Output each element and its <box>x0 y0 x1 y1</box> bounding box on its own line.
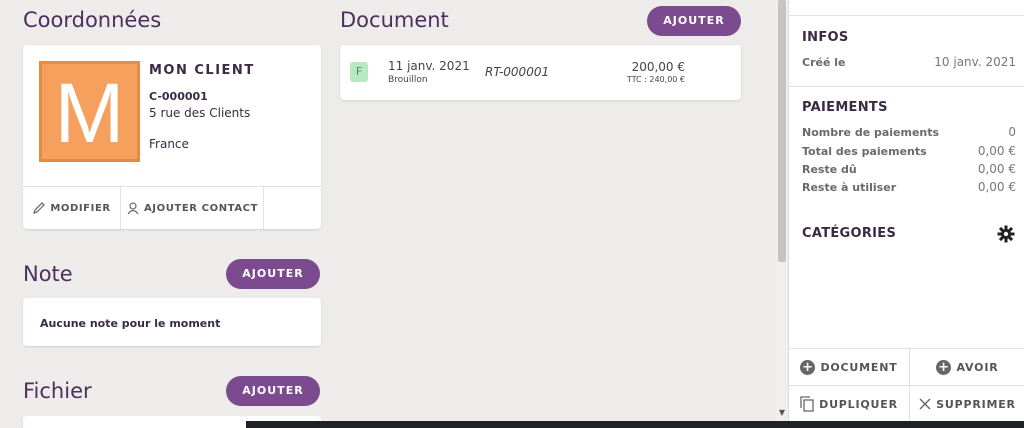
document-reference: RT-000001 <box>485 65 550 79</box>
paiements-title: PAIEMENTS <box>802 100 888 115</box>
note-title: Note <box>23 262 73 286</box>
coordonnees-title: Coordonnées <box>23 8 162 32</box>
delete-label: SUPPRIMER <box>936 397 1016 411</box>
new-avoir-button[interactable]: + AVOIR <box>910 349 1024 385</box>
document-title: Document <box>340 8 449 32</box>
plus-circle-icon: + <box>936 359 952 375</box>
payment-label: Total des paiements <box>802 145 927 158</box>
new-avoir-label: AVOIR <box>956 360 999 374</box>
client-code: C-000001 <box>149 90 208 103</box>
document-row[interactable]: F 11 janv. 2021 Brouillon RT-000001 200,… <box>340 45 741 100</box>
document-type-badge: F <box>350 62 368 82</box>
main-content: Coordonnées M MON CLIENT C-000001 5 rue … <box>0 0 776 428</box>
sidebar-divider <box>789 86 1024 87</box>
add-contact-button[interactable]: AJOUTER CONTACT <box>121 187 264 229</box>
delete-button[interactable]: SUPPRIMER <box>910 386 1024 422</box>
add-note-button[interactable]: AJOUTER <box>226 259 320 289</box>
client-card: M MON CLIENT C-000001 5 rue des Clients … <box>23 45 321 229</box>
gear-icon[interactable] <box>997 225 1015 243</box>
add-document-button[interactable]: AJOUTER <box>647 6 741 36</box>
payment-value: 0,00 € <box>977 180 1016 194</box>
client-avatar: M <box>39 61 140 162</box>
payment-value: 0,00 € <box>977 162 1016 176</box>
categories-title: CATÉGORIES <box>802 226 897 241</box>
created-label: Créé le <box>802 56 846 69</box>
document-ttc: TTC : 240,00 € <box>626 75 685 84</box>
fichier-title: Fichier <box>23 379 92 403</box>
close-icon <box>919 398 931 410</box>
document-date: 11 janv. 2021 <box>388 59 470 73</box>
payment-label: Reste à utiliser <box>802 181 897 194</box>
scroll-down-arrow-icon[interactable]: ▼ <box>777 408 787 420</box>
empty-action-slot <box>264 187 321 229</box>
duplicate-label: DUPLIQUER <box>819 397 898 411</box>
client-name: MON CLIENT <box>149 63 255 78</box>
infos-title: INFOS <box>802 30 849 45</box>
payment-label: Reste dû <box>802 163 857 176</box>
add-file-button[interactable]: AJOUTER <box>226 376 320 406</box>
document-amount: 200,00 € <box>631 60 685 74</box>
modify-label: MODIFIER <box>50 202 111 214</box>
note-empty-text: Aucune note pour le moment <box>40 317 221 330</box>
add-contact-label: AJOUTER CONTACT <box>143 202 259 214</box>
copy-icon <box>800 396 814 412</box>
payment-value: 0 <box>1008 125 1016 139</box>
new-document-button[interactable]: + DOCUMENT <box>789 349 909 385</box>
scrollbar-thumb[interactable] <box>778 0 786 262</box>
payment-label: Nombre de paiements <box>802 126 940 139</box>
duplicate-button[interactable]: DUPLIQUER <box>789 386 909 422</box>
pencil-icon <box>33 202 46 214</box>
document-status: Brouillon <box>388 75 428 85</box>
client-country: France <box>149 137 189 151</box>
client-address: 5 rue des Clients <box>149 106 251 120</box>
created-value: 10 janv. 2021 <box>934 55 1016 69</box>
sidebar: INFOS Créé le 10 janv. 2021 PAIEMENTS No… <box>788 0 1024 421</box>
note-card: Aucune note pour le moment <box>23 298 321 346</box>
user-icon <box>127 202 139 215</box>
client-actions: MODIFIER AJOUTER CONTACT <box>23 186 321 229</box>
modify-button[interactable]: MODIFIER <box>23 187 121 229</box>
plus-circle-icon: + <box>800 359 816 375</box>
os-taskbar <box>246 421 1024 428</box>
sidebar-divider <box>789 15 1024 16</box>
payment-value: 0,00 € <box>977 144 1016 158</box>
new-document-label: DOCUMENT <box>820 360 898 374</box>
